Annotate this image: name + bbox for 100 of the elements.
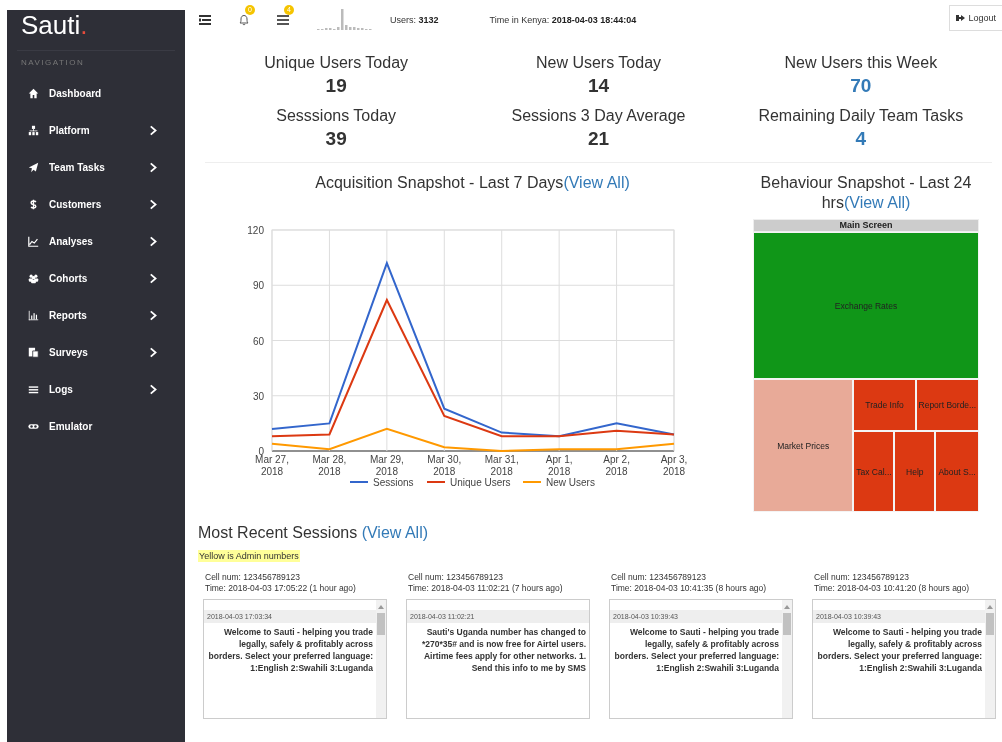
x-tick-label: Mar 30, 2018 xyxy=(427,454,462,477)
menu-toggle-icon[interactable] xyxy=(199,14,211,26)
x-tick-label: Apr 2, 2018 xyxy=(603,454,630,477)
nav-item[interactable]: Cohorts xyxy=(7,260,185,297)
bell-icon[interactable] xyxy=(238,14,250,26)
dollar-icon xyxy=(28,199,39,210)
x-tick-label: Apr 3, 2018 xyxy=(660,454,688,477)
nav-item[interactable]: Surveys xyxy=(7,334,185,371)
cell-number: Cell num: 123456789123 xyxy=(204,572,301,583)
chevron-icon xyxy=(148,162,159,173)
treemap-cell[interactable]: Help xyxy=(894,431,936,512)
section-title: Most Recent Sessions (View All) xyxy=(198,524,430,542)
stat-value: 14 xyxy=(587,75,610,97)
sparkline-drawing xyxy=(316,9,374,31)
treemap-cell[interactable]: Market Prices xyxy=(753,379,854,512)
chevron-icon xyxy=(148,273,159,284)
scroll-up-icon[interactable] xyxy=(784,604,790,609)
treemap-header[interactable]: Main Screen xyxy=(753,219,979,232)
paper-plane-icon xyxy=(28,162,39,173)
scrollbar[interactable] xyxy=(376,600,386,718)
list-icon[interactable] xyxy=(277,14,289,26)
treemap-cell[interactable]: Report Borde... xyxy=(915,379,979,432)
treemap-cell[interactable]: About S... xyxy=(935,431,979,512)
logout-icon xyxy=(956,14,966,22)
section-label: NAVIGATION xyxy=(17,50,175,75)
stat-label: New Users this Week xyxy=(784,54,938,72)
scroll-thumb[interactable] xyxy=(377,613,385,635)
chevron-icon xyxy=(148,199,159,210)
nav-item[interactable]: Analyses xyxy=(7,223,185,260)
legend-label: Sessions xyxy=(373,477,414,488)
line-chart-icon xyxy=(28,236,39,247)
sitemap-icon xyxy=(28,125,39,136)
legend-label: New Users xyxy=(546,477,595,488)
chevron-icon xyxy=(148,347,159,358)
session-time: Time: 2018-04-03 17:05:22 (1 hour ago) xyxy=(204,583,357,594)
cell-number: Cell num: 123456789123 xyxy=(610,572,707,583)
nav-item[interactable]: Team Tasks xyxy=(7,149,185,186)
stat-value: 21 xyxy=(587,128,610,150)
x-tick-label: Apr 1, 2018 xyxy=(545,454,573,477)
chart-title: Acquisition Snapshot - Last 7 Days(View All) xyxy=(314,173,631,193)
chevron-icon xyxy=(148,384,159,395)
nav-item[interactable]: Reports xyxy=(7,297,185,334)
nav-item[interactable]: Dashboard xyxy=(7,75,185,112)
y-tick-label: 30 xyxy=(252,390,264,402)
x-tick-label: Mar 28, 2018 xyxy=(312,454,347,477)
treemap-title: Behaviour Snapshot - Last 24 hrs(View All) xyxy=(759,173,973,213)
home-icon xyxy=(28,88,39,99)
x-tick-label: Mar 29, 2018 xyxy=(369,454,404,477)
session-time: Time: 2018-04-03 10:41:35 (8 hours ago) xyxy=(610,583,768,594)
chevron-icon xyxy=(148,236,159,247)
treemap-cell[interactable]: Exchange Rates xyxy=(753,232,979,379)
cell-number: Cell num: 123456789123 xyxy=(813,572,910,583)
legend-item: Sessions xyxy=(349,477,414,488)
nav-item[interactable]: Emulator xyxy=(7,408,185,445)
message-text: Welcome to Sauti - helping you trade legally, safely & profitably across borders. Select your preferred language: 1:English 2:Swahili 3:Luganda xyxy=(207,626,374,674)
x-tick-label: Mar 31, 2018 xyxy=(484,454,519,477)
scroll-thumb[interactable] xyxy=(986,613,994,635)
chevron-icon xyxy=(148,310,159,321)
stat-label: New Users Today xyxy=(535,54,662,72)
users-icon xyxy=(28,273,39,284)
nav-item[interactable]: Platform xyxy=(7,112,185,149)
scroll-up-icon[interactable] xyxy=(378,604,384,609)
session-time: Time: 2018-04-03 10:41:20 (8 hours ago) xyxy=(813,583,971,594)
scroll-thumb[interactable] xyxy=(783,613,791,635)
message-text: Welcome to Sauti - helping you trade legally, safely & profitably across borders. Select your preferred language: 1:English 2:Swahili 3:Luganda xyxy=(613,626,780,674)
legend-item: Unique Users xyxy=(426,477,511,488)
nav-item[interactable]: Logs xyxy=(7,371,185,408)
scrollbar[interactable] xyxy=(782,600,792,718)
message-text: Sauti's Uganda number has changed to *270*35# and is now free for Airtel users. Airtime fees apply for other networks. 1. Send this info to me by SMS xyxy=(420,626,587,674)
gamepad-icon xyxy=(28,421,39,432)
menu-icon xyxy=(28,384,39,395)
view-all-link[interactable]: (View All) xyxy=(563,174,630,191)
stat-value: 4 xyxy=(855,128,867,150)
stat-label: Sessions 3 Day Average xyxy=(511,107,686,125)
stat-value: 39 xyxy=(325,128,347,150)
stat-label: Remaining Daily Team Tasks xyxy=(758,107,964,125)
stat-label: Sesssions Today xyxy=(276,107,397,125)
scrollbar[interactable] xyxy=(985,600,995,718)
logout-button[interactable]: Logout xyxy=(949,5,1002,31)
view-all-link[interactable]: (View All) xyxy=(361,524,429,541)
cell-number: Cell num: 123456789123 xyxy=(407,572,504,583)
scroll-up-icon[interactable] xyxy=(987,604,993,609)
session-time: Time: 2018-04-03 11:02:21 (7 hours ago) xyxy=(407,583,564,594)
message-text: Welcome to Sauti - helping you trade legally, safely & profitably across borders. Select your preferred language: 1:English 2:Swahili 3:Luganda xyxy=(816,626,983,674)
y-tick-label: 60 xyxy=(252,335,264,347)
nav-item[interactable]: Customers xyxy=(7,186,185,223)
stat-label: Unique Users Today xyxy=(264,54,409,72)
treemap-cell[interactable]: Trade Info xyxy=(853,379,916,432)
admin-note: Yellow is Admin numbers xyxy=(198,550,300,562)
y-tick-label: 0 xyxy=(258,446,264,457)
y-tick-label: 120 xyxy=(247,225,264,236)
treemap-cell[interactable]: Tax Cal... xyxy=(853,431,895,512)
users-count: Users: 3132 xyxy=(390,15,439,25)
chevron-icon xyxy=(148,125,159,136)
legend-label: Unique Users xyxy=(450,477,511,488)
y-tick-label: 90 xyxy=(252,280,264,292)
x-tick-label: Mar 27, 2018 xyxy=(255,454,289,477)
logo: Sauti. xyxy=(20,10,89,42)
view-all-link[interactable]: (View All) xyxy=(843,194,911,211)
stat-value: 70 xyxy=(850,75,872,97)
